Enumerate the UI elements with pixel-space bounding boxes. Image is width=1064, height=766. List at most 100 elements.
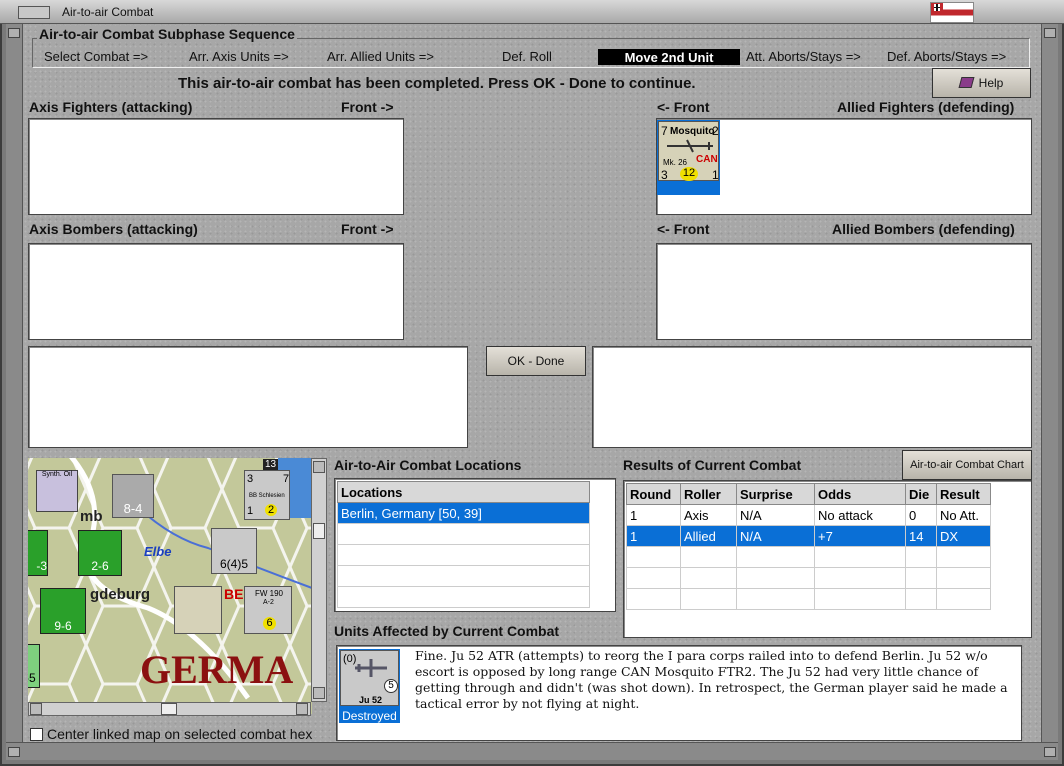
col-surprise: Surprise xyxy=(736,483,815,505)
affected-box: (0) 5 Ju 52 Destroyed Fine. Ju 52 ATR (a… xyxy=(336,645,1022,741)
corner-button-tr[interactable] xyxy=(1044,28,1056,38)
ok-done-button[interactable]: OK - Done xyxy=(486,346,586,376)
fw-label: FW 190 xyxy=(255,589,284,598)
cell-round: 1 xyxy=(626,504,681,526)
ju52-name: Ju 52 xyxy=(359,695,383,705)
cell-surprise: N/A xyxy=(736,525,815,547)
scroll-down-button[interactable] xyxy=(313,687,325,699)
c645-label: 6(4)5 xyxy=(219,557,248,571)
center-map-label: Center linked map on selected combat hex xyxy=(47,726,313,742)
corner-button-br[interactable] xyxy=(1044,747,1056,757)
ju52-status: Destroyed xyxy=(342,709,397,723)
results-title: Results of Current Combat xyxy=(623,457,802,473)
system-menu-button[interactable] xyxy=(18,6,50,19)
cell-result: No Att. xyxy=(936,504,991,526)
scroll-up-button[interactable] xyxy=(313,461,325,473)
aircraft-icon xyxy=(667,139,713,153)
results-table-box: Round Roller Surprise Odds Die Result 1 … xyxy=(623,480,1032,638)
fwa-label: A-2 xyxy=(263,599,274,606)
c84-label: 8-4 xyxy=(123,501,143,516)
window-title: Air-to-air Combat xyxy=(62,5,154,19)
bb-c2: 2 xyxy=(265,504,277,516)
hq-counter[interactable]: 6(4)5 xyxy=(211,528,257,574)
map-label-elbe: Elbe xyxy=(144,544,172,559)
map-mosquito-counter[interactable] xyxy=(174,586,222,634)
mosquito-counter-selection[interactable]: 7 Mosquito 2 Mk. 26 CAN 3 12 1 xyxy=(657,120,720,195)
cell-odds: No attack xyxy=(814,504,906,526)
location-row-empty xyxy=(337,565,590,587)
step-move-2nd-unit: Move 2nd Unit xyxy=(598,49,740,65)
counter-model: Mk. 26 xyxy=(663,158,688,167)
cell-die: 14 xyxy=(905,525,937,547)
step-def-aborts: Def. Aborts/Stays => xyxy=(887,49,1007,64)
counter-nation: CAN xyxy=(696,154,718,165)
results-row-empty xyxy=(626,567,991,589)
corner-button-tl[interactable] xyxy=(8,28,20,38)
sequence-title: Air-to-air Combat Subphase Sequence xyxy=(37,26,297,42)
step-def-roll: Def. Roll xyxy=(502,49,552,64)
allied-bombers-label: Allied Bombers (defending) xyxy=(832,221,1015,237)
cell-roller: Axis xyxy=(680,504,737,526)
linked-map[interactable]: Synth. Oil 8-4 3 7 BB Schlesien 1 2 13 m… xyxy=(28,458,312,714)
axis-fighters-box[interactable] xyxy=(28,118,404,215)
step-att-aborts: Att. Aborts/Stays => xyxy=(746,49,861,64)
synth-label: Synth. Oil xyxy=(41,471,73,478)
horizontal-scroll-thumb[interactable] xyxy=(161,703,177,715)
bb-c1: 1 xyxy=(247,505,254,517)
locations-title: Air-to-Air Combat Locations xyxy=(334,457,522,473)
results-row-empty xyxy=(626,546,991,568)
map-label-be: BE xyxy=(224,586,244,602)
allied-bombers-box[interactable] xyxy=(656,243,1032,340)
counter-bottom-mid: 12 xyxy=(680,167,698,181)
ju52-selection[interactable]: (0) 5 Ju 52 Destroyed xyxy=(339,649,400,723)
results-row[interactable]: 1 Axis N/A No attack 0 No Att. xyxy=(626,504,991,526)
map-vertical-scrollbar[interactable] xyxy=(311,458,327,702)
allied-info-box xyxy=(592,346,1032,448)
help-label: Help xyxy=(978,76,1004,90)
map-c13: 13 xyxy=(263,459,279,470)
allied-fighters-label: Allied Fighters (defending) xyxy=(837,99,1015,115)
results-row-selected[interactable]: 1 Allied N/A +7 14 DX xyxy=(626,525,991,547)
center-map-checkbox[interactable] xyxy=(30,728,43,741)
help-button[interactable]: Help xyxy=(932,68,1031,98)
mosquito-counter[interactable]: 7 Mosquito 2 Mk. 26 CAN 3 12 1 xyxy=(658,121,719,182)
scroll-left-button[interactable] xyxy=(30,703,42,715)
counter-bottom-right: 1 xyxy=(712,168,719,182)
locations-list[interactable]: Locations Berlin, Germany [50, 39] xyxy=(334,478,616,612)
location-row-empty xyxy=(337,523,590,545)
combat-note: Fine. Ju 52 ATR (attempts) to reorg the … xyxy=(415,648,1008,711)
title-bar[interactable]: Air-to-air Combat xyxy=(0,0,1064,24)
bb-schlesien-counter[interactable]: 3 7 BB Schlesien 1 2 xyxy=(244,470,290,520)
cell-odds: +7 xyxy=(814,525,906,547)
transport-plane-icon xyxy=(355,659,387,677)
cell-roller: Allied xyxy=(680,525,737,547)
map-label-germany: GERMA xyxy=(140,647,294,692)
scroll-right-button[interactable] xyxy=(296,703,308,715)
col-round: Round xyxy=(626,483,681,505)
counter-top-right: 2 xyxy=(712,124,719,138)
map-label-magdeburg: gdeburg xyxy=(90,586,150,603)
location-row[interactable]: Berlin, Germany [50, 39] xyxy=(337,502,590,524)
status-message: This air-to-air combat has been complete… xyxy=(178,75,696,92)
vertical-scroll-thumb[interactable] xyxy=(313,523,325,539)
synth-oil-counter[interactable]: Synth. Oil xyxy=(36,470,78,512)
bottom-border xyxy=(6,742,1058,760)
infantry-counter-84[interactable]: 8-4 xyxy=(112,474,154,518)
allied-fighters-front: <- Front xyxy=(657,99,710,115)
counter-left-edge[interactable]: -5 xyxy=(28,644,40,688)
map-horizontal-scrollbar[interactable] xyxy=(28,702,311,716)
fw190-counter[interactable]: FW 190 A-2 6 xyxy=(244,586,292,634)
cm5-label: -5 xyxy=(28,671,36,685)
results-row-empty xyxy=(626,588,991,610)
ju52-counter[interactable]: (0) 5 Ju 52 xyxy=(340,650,399,706)
combat-chart-button[interactable]: Air-to-air Combat Chart xyxy=(902,450,1032,480)
allied-bombers-front: <- Front xyxy=(657,221,710,237)
corps-counter-96[interactable]: 9-6 xyxy=(40,588,86,634)
armor-counter-left[interactable]: -3 xyxy=(28,530,48,576)
infantry-counter-26[interactable]: 2-6 xyxy=(78,530,122,576)
axis-bombers-box[interactable] xyxy=(28,243,404,340)
ju52-strength: 5 xyxy=(384,679,398,693)
fw-c6: 6 xyxy=(263,617,276,630)
bb-label: BB Schlesien xyxy=(249,493,285,499)
corner-button-bl[interactable] xyxy=(8,747,20,757)
